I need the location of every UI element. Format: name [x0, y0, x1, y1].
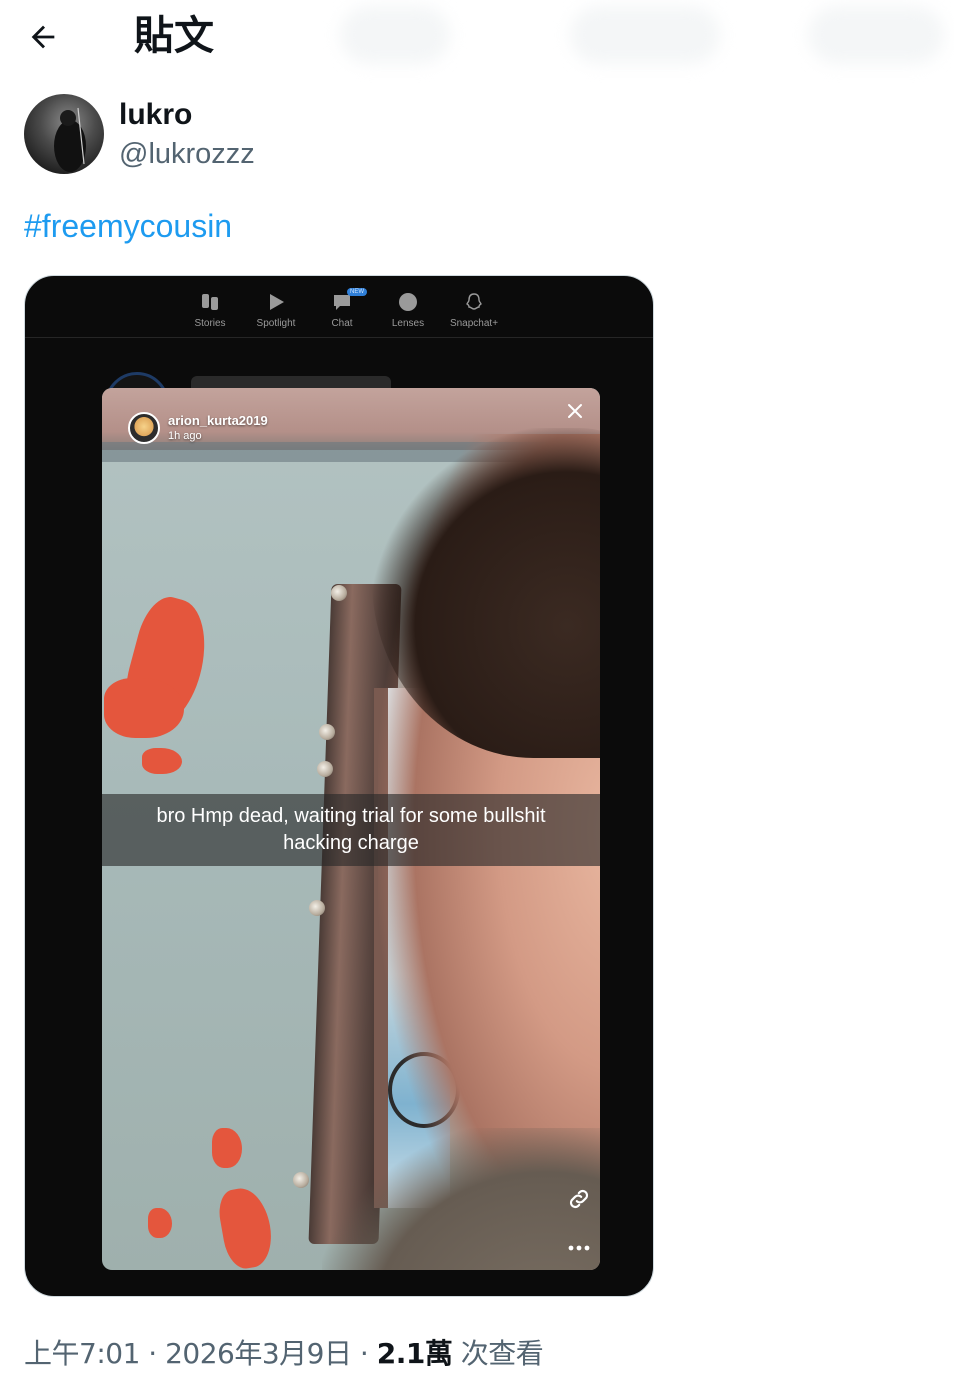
top-bar: 貼文	[0, 0, 954, 72]
snap-nav-label: Chat	[331, 318, 353, 329]
snap-nav-stories: Stories	[175, 290, 245, 329]
ghost-icon	[466, 293, 482, 310]
blurred-tab	[808, 6, 944, 64]
page-title: 貼文	[134, 13, 214, 59]
snapchat-nav-bar: Stories Spotlight NEW Chat Lenses Snapch…	[25, 276, 653, 338]
tweet-date[interactable]: 2026年3月9日	[165, 1337, 352, 1370]
arrow-left-icon	[31, 25, 55, 49]
meta-separator: ·	[359, 1337, 369, 1370]
hashtag-link[interactable]: #freemycousin	[24, 208, 232, 244]
bolt	[319, 724, 335, 740]
tweet-media[interactable]: Stories Spotlight NEW Chat Lenses Snapch…	[24, 275, 654, 1297]
story-timestamp: 1h ago	[168, 430, 202, 442]
paint-patch	[104, 678, 184, 738]
snap-nav-spotlight: Spotlight	[241, 290, 311, 329]
story-caption: bro Hmp dead, waiting trial for some bul…	[102, 794, 600, 866]
author-handle[interactable]: @lukrozzz	[119, 136, 255, 172]
story-avatar	[128, 412, 160, 444]
avatar[interactable]	[24, 94, 104, 174]
snap-nav-label: Spotlight	[256, 318, 296, 329]
views-label: 次查看	[460, 1337, 544, 1370]
paint-patch	[215, 1184, 277, 1270]
close-icon	[568, 404, 582, 418]
stories-icon	[202, 294, 218, 310]
snap-nav-lenses: Lenses	[373, 290, 443, 329]
snap-story: arion_kurta2019 1h ago bro Hmp dead, wai…	[102, 388, 600, 1270]
tweet-time[interactable]: 上午7:01	[24, 1337, 140, 1370]
play-icon	[270, 294, 284, 310]
bolt	[331, 585, 347, 601]
story-user: arion_kurta2019 1h ago	[128, 408, 268, 448]
meta-separator: ·	[148, 1337, 157, 1370]
avatar-image	[54, 107, 86, 172]
snap-nav-snapchat-plus: Snapchat+	[439, 290, 509, 329]
paint-patch	[148, 1208, 172, 1238]
back-button[interactable]	[18, 12, 68, 62]
snap-nav-label: Stories	[194, 318, 226, 329]
blurred-tab	[340, 6, 450, 64]
more-icon	[568, 1245, 590, 1251]
bolt	[317, 761, 333, 777]
shoulder	[322, 1128, 600, 1270]
snap-nav-label: Lenses	[391, 318, 425, 329]
story-username: arion_kurta2019	[168, 413, 268, 428]
snap-nav-label: Snapchat+	[449, 318, 499, 329]
views-count: 2.1萬	[376, 1337, 453, 1370]
blurred-tab	[570, 6, 720, 64]
bolt	[309, 900, 325, 916]
paint-patch	[142, 748, 182, 774]
snap-nav-chat: NEW Chat	[307, 288, 377, 329]
tweet-text: #freemycousin	[24, 206, 232, 246]
author-name[interactable]: lukro	[119, 96, 192, 134]
new-badge: NEW	[347, 288, 367, 296]
bolt	[293, 1172, 309, 1188]
paint-patch	[212, 1128, 242, 1168]
tweet-meta: 上午7:01 · 2026年3月9日 · 2.1萬 次查看	[24, 1334, 544, 1374]
link-icon	[569, 1189, 589, 1209]
lens-icon	[399, 293, 417, 311]
